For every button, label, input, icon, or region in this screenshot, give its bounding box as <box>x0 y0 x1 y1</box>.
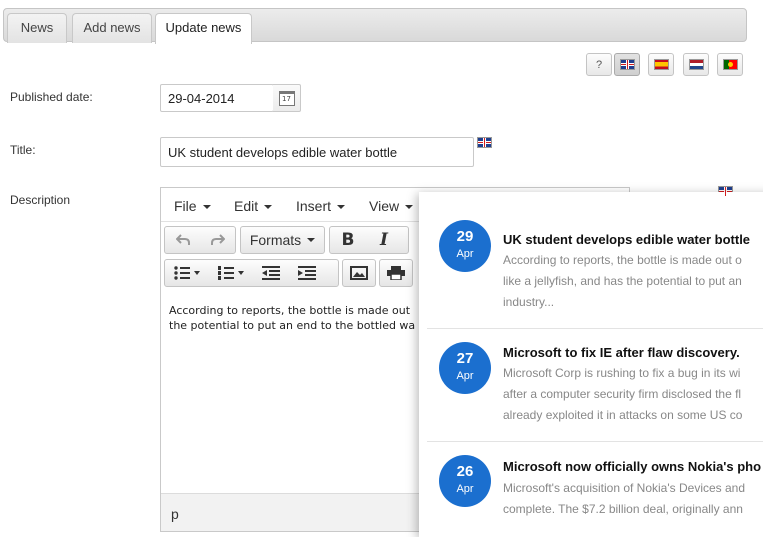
date-badge: 29 Apr <box>439 220 491 272</box>
numbered-list-button[interactable] <box>209 260 253 286</box>
date-month: Apr <box>456 248 474 260</box>
calendar-icon: 17 <box>278 90 295 106</box>
bullet-list-icon <box>174 266 200 280</box>
news-item[interactable]: 26 Apr Microsoft now officially owns Nok… <box>427 442 763 537</box>
tab-bar: News Add news Update news <box>3 8 747 44</box>
news-item[interactable]: 29 Apr UK student develops edible water … <box>427 210 763 328</box>
print-button[interactable] <box>380 260 412 286</box>
formats-dropdown[interactable]: Formats <box>240 226 325 254</box>
published-date-input[interactable] <box>160 84 274 112</box>
news-item[interactable]: 27 Apr Microsoft to fix IE after flaw di… <box>427 329 763 447</box>
bold-button[interactable]: B <box>330 227 366 253</box>
chevron-down-icon <box>405 205 414 210</box>
outdent-icon <box>262 266 280 280</box>
tab-news[interactable]: News <box>7 13 67 43</box>
menu-insert[interactable]: Insert <box>296 198 346 214</box>
outdent-button[interactable] <box>253 260 289 286</box>
news-excerpt: According to reports, the bottle is made… <box>503 253 742 309</box>
redo-icon <box>210 234 225 245</box>
date-month: Apr <box>456 370 474 382</box>
list-indent-group <box>164 259 339 287</box>
pt-flag-icon <box>722 59 738 70</box>
nl-flag-icon <box>688 59 704 70</box>
numbered-list-icon <box>218 266 244 280</box>
redo-button[interactable] <box>200 227 235 253</box>
language-button-portuguese[interactable] <box>717 53 743 76</box>
date-day: 29 <box>456 228 474 245</box>
print-group <box>379 259 413 287</box>
tab-update-news[interactable]: Update news <box>155 13 252 44</box>
help-button[interactable]: ? <box>586 53 612 76</box>
chevron-down-icon <box>307 238 316 242</box>
date-day: 27 <box>456 350 474 367</box>
chevron-down-icon <box>264 205 273 210</box>
es-flag-icon <box>653 59 669 70</box>
date-day: 26 <box>456 463 474 480</box>
italic-button[interactable]: I <box>366 227 402 253</box>
menu-edit[interactable]: Edit <box>234 198 273 214</box>
menu-file[interactable]: File <box>174 198 211 214</box>
news-title[interactable]: Microsoft to fix IE after flaw discovery… <box>503 345 740 360</box>
news-excerpt: Microsoft Corp is rushing to fix a bug i… <box>503 366 743 422</box>
indent-icon <box>298 266 316 280</box>
chevron-down-icon <box>337 205 346 210</box>
tab-add-news[interactable]: Add news <box>72 13 152 43</box>
insert-image-button[interactable] <box>343 260 375 286</box>
text-style-group: B I <box>329 226 409 254</box>
news-title[interactable]: UK student develops edible water bottle <box>503 232 750 247</box>
date-month: Apr <box>456 483 474 495</box>
news-preview-panel: 29 Apr UK student develops edible water … <box>419 192 763 537</box>
news-excerpt: Microsoft's acquisition of Nokia's Devic… <box>503 481 746 516</box>
calendar-button[interactable]: 17 <box>273 84 301 112</box>
undo-icon <box>175 234 190 245</box>
undo-redo-group <box>164 226 236 254</box>
help-label: ? <box>595 58 603 71</box>
language-button-dutch[interactable] <box>683 53 709 76</box>
menu-view[interactable]: View <box>369 198 414 214</box>
description-label: Description <box>10 193 71 207</box>
language-button-english[interactable] <box>614 53 640 76</box>
date-badge: 26 Apr <box>439 455 491 507</box>
title-input[interactable] <box>160 137 474 167</box>
image-icon <box>350 266 368 280</box>
title-language-flag-icon <box>477 137 492 148</box>
bullet-list-button[interactable] <box>165 260 209 286</box>
image-group <box>342 259 376 287</box>
title-label: Title: <box>10 143 36 157</box>
language-button-spanish[interactable] <box>648 53 674 76</box>
element-path[interactable]: p <box>171 506 179 522</box>
chevron-down-icon <box>202 205 211 210</box>
formats-label: Formats <box>249 232 302 248</box>
news-title[interactable]: Microsoft now officially owns Nokia's ph… <box>503 459 761 474</box>
print-icon <box>387 266 405 280</box>
indent-button[interactable] <box>289 260 325 286</box>
published-date-label: Published date: <box>10 90 93 104</box>
date-badge: 27 Apr <box>439 342 491 394</box>
undo-button[interactable] <box>165 227 200 253</box>
uk-flag-icon <box>619 59 635 70</box>
